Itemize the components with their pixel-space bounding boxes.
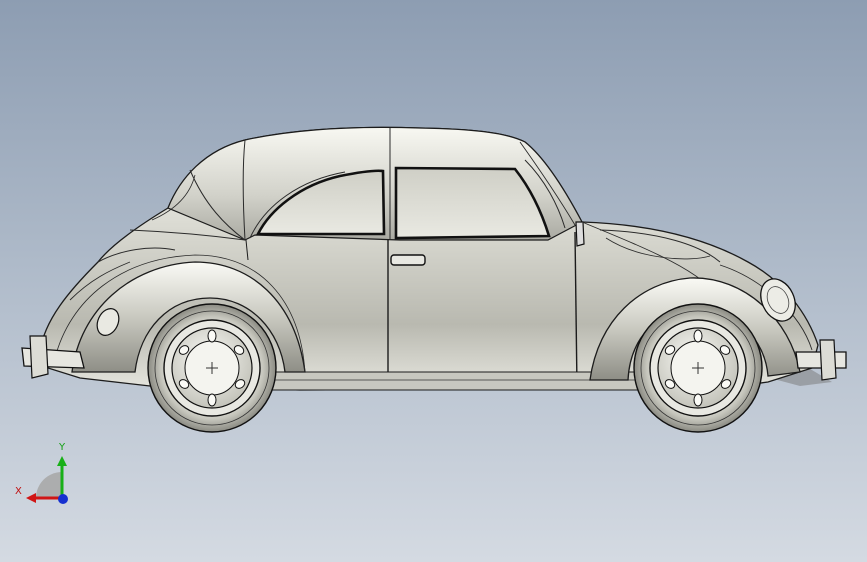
x-axis-label: X [15, 486, 22, 497]
triad-icon [26, 456, 68, 504]
rear-wheel [147, 303, 277, 433]
car-model-icon [21, 126, 847, 433]
axis-triad: X Y [12, 438, 76, 508]
graphics-viewport[interactable]: X Y [0, 0, 867, 562]
front-wheel [633, 303, 763, 433]
y-axis-label: Y [59, 442, 66, 453]
door-handle [390, 254, 426, 266]
